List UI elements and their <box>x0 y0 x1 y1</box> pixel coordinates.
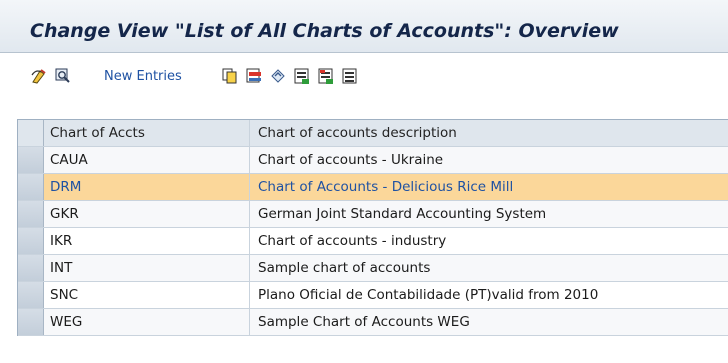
new-entries-button[interactable]: New Entries <box>104 69 182 84</box>
description-cell[interactable]: Chart of accounts - industry <box>250 228 728 254</box>
row-selector[interactable] <box>18 228 44 254</box>
display-change-icon[interactable] <box>30 67 48 85</box>
table-row[interactable]: DRM Chart of Accounts - Delicious Rice M… <box>18 174 728 201</box>
table-row[interactable]: GKR German Joint Standard Accounting Sys… <box>18 201 728 228</box>
chart-code-cell[interactable]: SNC <box>44 282 250 308</box>
table-row[interactable]: INT Sample chart of accounts <box>18 255 728 282</box>
chart-code-cell[interactable]: INT <box>44 255 250 281</box>
row-selector[interactable] <box>18 201 44 227</box>
chart-code-cell[interactable]: GKR <box>44 201 250 227</box>
table-row[interactable]: CAUA Chart of accounts - Ukraine <box>18 147 728 174</box>
table-row[interactable]: WEG Sample Chart of Accounts WEG <box>18 309 728 336</box>
delete-icon[interactable] <box>245 67 263 85</box>
column-header-chart-of-accts[interactable]: Chart of Accts <box>44 120 250 146</box>
chart-code-cell[interactable]: IKR <box>44 228 250 254</box>
row-selector[interactable] <box>18 309 44 335</box>
chart-code-cell[interactable]: DRM <box>44 174 250 200</box>
table-row[interactable]: IKR Chart of accounts - industry <box>18 228 728 255</box>
undo-icon[interactable] <box>269 67 287 85</box>
row-selector[interactable] <box>18 174 44 200</box>
description-cell[interactable]: Chart of accounts - Ukraine <box>250 147 728 173</box>
description-cell[interactable]: Chart of Accounts - Delicious Rice Mill <box>250 174 728 200</box>
select-block-icon[interactable] <box>317 67 335 85</box>
description-cell[interactable]: Sample chart of accounts <box>250 255 728 281</box>
chart-code-cell[interactable]: WEG <box>44 309 250 335</box>
column-header-description[interactable]: Chart of accounts description <box>250 120 728 146</box>
deselect-all-icon[interactable] <box>341 67 359 85</box>
description-cell[interactable]: German Joint Standard Accounting System <box>250 201 728 227</box>
copy-icon[interactable] <box>221 67 239 85</box>
chart-code-cell[interactable]: CAUA <box>44 147 250 173</box>
select-all-cell[interactable] <box>18 120 44 146</box>
description-cell[interactable]: Plano Oficial de Contabilidade (PT)valid… <box>250 282 728 308</box>
table-header: Chart of Accts Chart of accounts descrip… <box>18 120 728 147</box>
title-bar: Change View "List of All Charts of Accou… <box>0 0 728 53</box>
select-all-icon[interactable] <box>293 67 311 85</box>
row-selector[interactable] <box>18 147 44 173</box>
accounts-table: Chart of Accts Chart of accounts descrip… <box>17 119 728 336</box>
page-title: Change View "List of All Charts of Accou… <box>30 20 619 42</box>
description-cell[interactable]: Sample Chart of Accounts WEG <box>250 309 728 335</box>
row-selector[interactable] <box>18 282 44 308</box>
select-icon[interactable] <box>54 67 72 85</box>
application-toolbar: New Entries <box>0 53 728 105</box>
row-selector[interactable] <box>18 255 44 281</box>
table-row[interactable]: SNC Plano Oficial de Contabilidade (PT)v… <box>18 282 728 309</box>
